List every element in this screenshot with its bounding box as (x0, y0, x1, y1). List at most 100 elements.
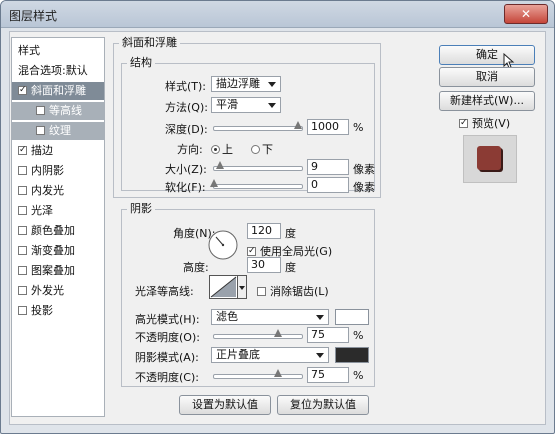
slider-thumb-icon[interactable] (216, 161, 224, 169)
slider-thumb-icon[interactable] (274, 369, 282, 377)
style-item-outer-glow[interactable]: 外发光 (12, 282, 104, 300)
style-item-gradient-overlay[interactable]: 渐变叠加 (12, 242, 104, 260)
style-item-bevel-emboss[interactable]: 斜面和浮雕 (12, 82, 104, 100)
checkbox-icon[interactable] (18, 165, 27, 175)
style-item-label: 外发光 (31, 284, 64, 297)
shadow-opacity-label: 不透明度(C): (135, 371, 199, 384)
soften-slider[interactable] (210, 179, 303, 189)
chevron-down-icon (268, 103, 276, 108)
style-item-label: 内阴影 (31, 164, 64, 177)
method-label: 方法(Q): (165, 101, 208, 114)
dropdown-value: 正片叠底 (216, 348, 260, 361)
checkbox-icon[interactable] (18, 245, 27, 255)
gloss-contour-picker[interactable] (209, 275, 247, 299)
shadow-color-swatch[interactable] (335, 347, 369, 363)
anti-aliased-checkbox[interactable]: 消除锯齿(L) (257, 283, 329, 299)
style-item-inner-shadow[interactable]: 内阴影 (12, 162, 104, 180)
technique-dropdown[interactable]: 平滑 (211, 97, 281, 113)
style-item-label: 颜色叠加 (31, 224, 75, 237)
altitude-input[interactable]: 30 (247, 257, 281, 273)
title-bar: 图层样式 ✕ (1, 1, 554, 28)
size-unit: 像素 (353, 163, 375, 176)
depth-slider[interactable] (213, 121, 303, 131)
checkbox-icon[interactable] (18, 145, 27, 155)
chevron-down-icon (316, 353, 324, 358)
styles-header[interactable]: 样式 (12, 42, 104, 60)
style-item-label: 投影 (31, 304, 53, 317)
highlight-color-swatch[interactable] (335, 309, 369, 325)
blending-options-item[interactable]: 混合选项:默认 (12, 62, 104, 80)
dropdown-value: 平滑 (216, 98, 238, 111)
preview-checkbox[interactable]: 预览(V) (459, 115, 510, 131)
angle-dial[interactable] (207, 229, 239, 261)
highlight-mode-dropdown[interactable]: 滤色 (211, 309, 329, 325)
highlight-opacity-slider[interactable] (213, 329, 303, 339)
soften-unit: 像素 (353, 181, 375, 194)
reset-default-button[interactable]: 复位为默认值 (277, 395, 369, 415)
checkbox-icon[interactable] (18, 85, 27, 95)
slider-thumb-icon[interactable] (210, 179, 218, 187)
gloss-contour-label: 光泽等高线: (135, 285, 194, 298)
bevel-style-dropdown[interactable]: 描边浮雕 (211, 76, 281, 92)
cancel-button[interactable]: 取消 (439, 67, 535, 87)
button-label: 确定 (476, 48, 498, 61)
direction-label: 方向: (177, 143, 203, 156)
layer-style-dialog: 图层样式 ✕ 样式 混合选项:默认 斜面和浮雕 等高线 纹理 描边 内阴影 内发… (0, 0, 555, 434)
style-label: 样式(T): (165, 80, 207, 93)
style-item-pattern-overlay[interactable]: 图案叠加 (12, 262, 104, 280)
style-item-color-overlay[interactable]: 颜色叠加 (12, 222, 104, 240)
make-default-button[interactable]: 设置为默认值 (179, 395, 271, 415)
checkbox-icon[interactable] (36, 105, 45, 115)
styles-list-panel: 样式 混合选项:默认 斜面和浮雕 等高线 纹理 描边 内阴影 内发光 光泽 颜色… (11, 37, 105, 417)
soften-input[interactable]: 0 (307, 177, 349, 193)
style-item-label: 渐变叠加 (31, 244, 75, 257)
radio-selected-icon[interactable] (211, 144, 220, 154)
style-item-label: 等高线 (49, 104, 82, 117)
dropdown-value: 滤色 (216, 310, 238, 323)
ok-button[interactable]: 确定 (439, 45, 535, 65)
checkbox-icon[interactable] (18, 305, 27, 315)
checkbox-icon[interactable] (18, 265, 27, 275)
size-input[interactable]: 9 (307, 159, 349, 175)
checkbox-icon[interactable] (18, 225, 27, 235)
highlight-opacity-input[interactable]: 75 (307, 327, 349, 343)
radio-label: 上 (222, 143, 233, 156)
window-title: 图层样式 (9, 9, 58, 23)
close-button[interactable]: ✕ (504, 4, 548, 24)
style-item-label: 斜面和浮雕 (31, 84, 86, 97)
slider-thumb-icon[interactable] (294, 121, 302, 129)
depth-unit: % (353, 121, 364, 134)
checkbox-icon[interactable] (257, 286, 266, 296)
style-item-drop-shadow[interactable]: 投影 (12, 302, 104, 320)
depth-input[interactable]: 1000 (307, 119, 349, 135)
checkbox-icon[interactable] (459, 118, 468, 128)
preview-swatch (477, 146, 501, 170)
shadow-mode-dropdown[interactable]: 正片叠底 (211, 347, 329, 363)
style-item-stroke[interactable]: 描边 (12, 142, 104, 160)
checkbox-icon[interactable] (18, 185, 27, 195)
angle-input[interactable]: 120 (247, 223, 281, 239)
style-item-satin[interactable]: 光泽 (12, 202, 104, 220)
radio-icon[interactable] (251, 144, 260, 154)
shadow-opacity-slider[interactable] (213, 369, 303, 379)
checkbox-icon[interactable] (18, 285, 27, 295)
bevel-emboss-title: 斜面和浮雕 (119, 36, 180, 50)
highlight-opacity-label: 不透明度(O): (135, 331, 200, 344)
highlight-mode-label: 高光模式(H): (135, 313, 200, 326)
checkbox-icon[interactable] (36, 125, 45, 135)
style-item-texture[interactable]: 纹理 (12, 122, 104, 140)
shadow-opacity-input[interactable]: 75 (307, 367, 349, 383)
checkbox-label: 消除锯齿(L) (270, 285, 329, 298)
checkbox-icon[interactable] (18, 205, 27, 215)
shading-title: 阴影 (127, 202, 155, 216)
style-item-inner-glow[interactable]: 内发光 (12, 182, 104, 200)
direction-down-radio[interactable]: 下 (251, 141, 273, 157)
style-item-contour[interactable]: 等高线 (12, 102, 104, 120)
structure-title: 结构 (127, 56, 155, 70)
slider-thumb-icon[interactable] (274, 329, 282, 337)
size-slider[interactable] (213, 161, 303, 171)
new-style-button[interactable]: 新建样式(W)... (439, 91, 535, 111)
checkbox-icon[interactable] (247, 246, 256, 256)
altitude-unit: 度 (285, 261, 296, 274)
direction-up-radio[interactable]: 上 (211, 141, 233, 157)
